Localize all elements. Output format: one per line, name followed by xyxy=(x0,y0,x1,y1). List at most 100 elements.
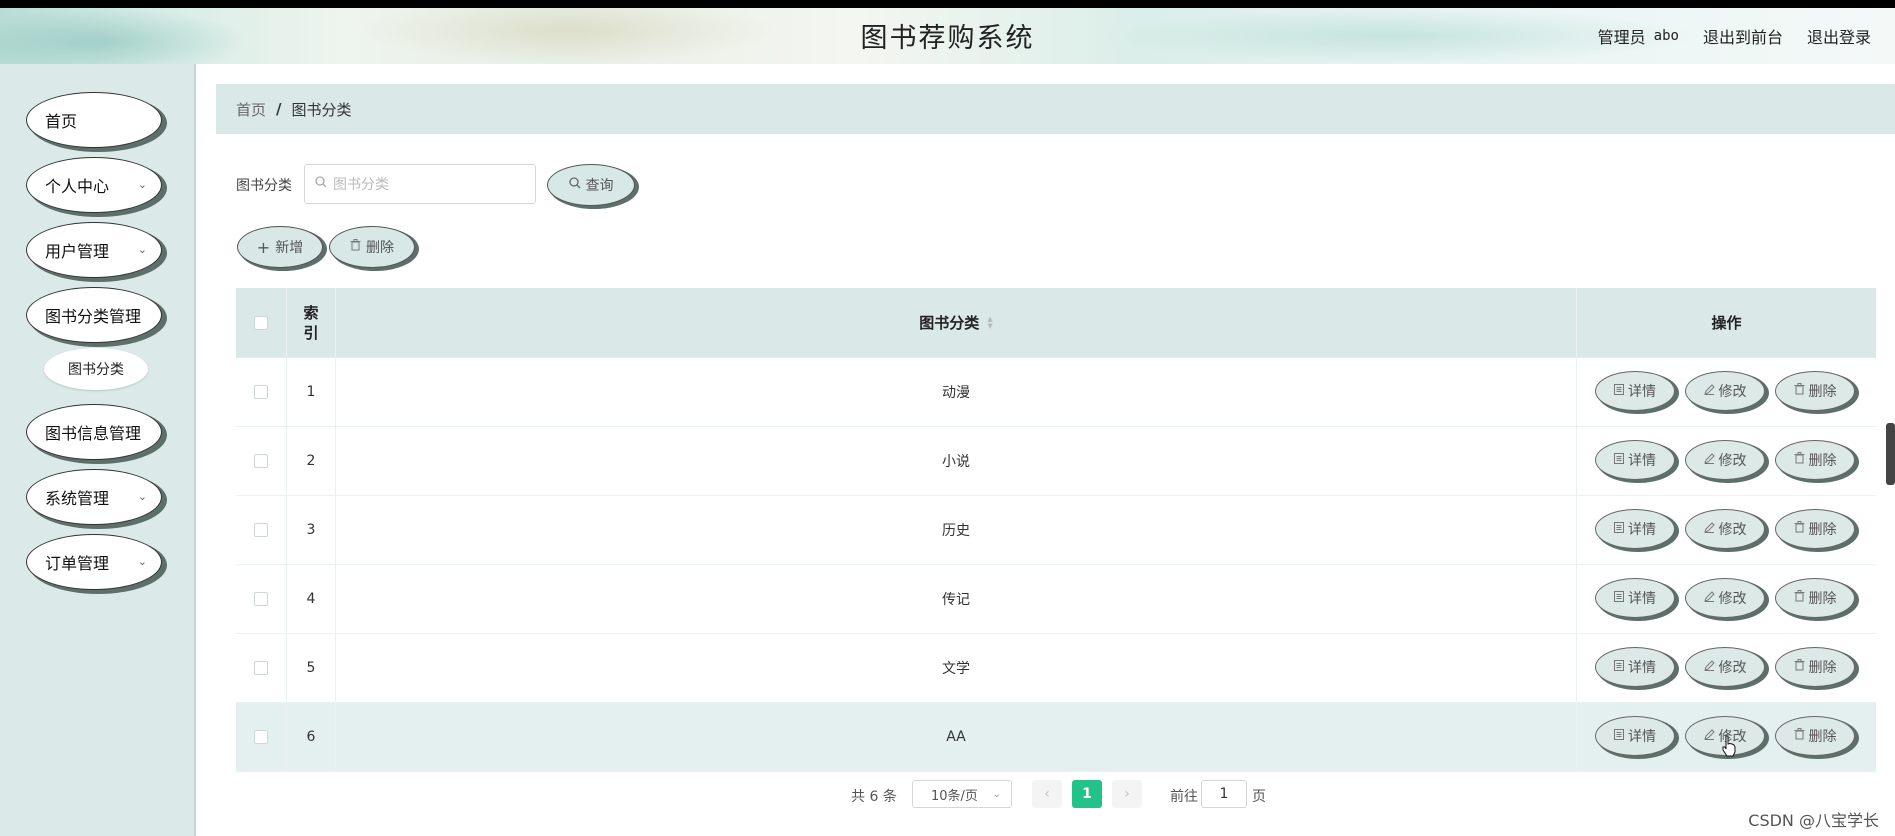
delete-button[interactable]: 删除 xyxy=(1775,371,1855,411)
row-checkbox[interactable] xyxy=(254,454,268,468)
plus-icon: + xyxy=(256,237,271,257)
name-header-label: 图书分类 xyxy=(919,314,980,332)
table-row[interactable]: 4 传记 详情 修改 删除 xyxy=(236,565,1876,634)
goto-page-input[interactable]: 1 xyxy=(1201,780,1247,808)
pencil-icon xyxy=(1703,590,1715,606)
ops-header-label: 操作 xyxy=(1711,314,1742,332)
name-header[interactable]: 图书分类 ▲ ▼ xyxy=(336,288,1576,357)
pencil-icon xyxy=(1703,452,1715,468)
edit-label: 修改 xyxy=(1718,660,1747,676)
delete-button[interactable]: 删除 xyxy=(1775,647,1855,687)
row-checkbox[interactable] xyxy=(254,592,268,606)
page-size-value: 10条/页 xyxy=(931,788,978,804)
add-button-label: 新增 xyxy=(275,240,304,256)
trash-icon xyxy=(350,239,361,255)
row-checkbox[interactable] xyxy=(254,661,268,675)
detail-button[interactable]: 详情 xyxy=(1595,716,1675,756)
row-index-label: 1 xyxy=(306,384,316,400)
delete-button[interactable]: 删除 xyxy=(1775,509,1855,549)
sidebar-item-profile[interactable]: 个人中心 ⌄ xyxy=(26,157,162,213)
header-actions: 管理员 abo 退出到前台 退出登录 xyxy=(1598,24,1871,48)
query-button[interactable]: 查询 xyxy=(547,164,635,206)
search-label: 图书分类 xyxy=(236,178,292,194)
edit-button[interactable]: 修改 xyxy=(1685,371,1765,411)
table-row[interactable]: 5 文学 详情 修改 删除 xyxy=(236,634,1876,703)
detail-label: 详情 xyxy=(1628,522,1656,538)
trash-icon xyxy=(1794,521,1805,537)
chevron-down-icon: ⌄ xyxy=(137,178,147,191)
row-category-name: 动漫 xyxy=(336,358,1576,426)
table-row[interactable]: 6 AA 详情 修改 删除 xyxy=(236,703,1876,772)
row-name-label: 小说 xyxy=(942,454,970,470)
sidebar-item-orders[interactable]: 订单管理 ⌄ xyxy=(26,534,162,590)
row-index: 4 xyxy=(286,565,336,633)
sidebar-item-label: 首页 xyxy=(45,112,78,131)
table-row[interactable]: 2 小说 详情 修改 删除 xyxy=(236,427,1876,496)
table-row[interactable]: 1 动漫 详情 修改 删除 xyxy=(236,358,1876,427)
batch-delete-button[interactable]: 删除 xyxy=(329,226,415,268)
table-row[interactable]: 3 历史 详情 修改 删除 xyxy=(236,496,1876,565)
row-index: 2 xyxy=(286,427,336,495)
sidebar-item-users[interactable]: 用户管理 ⌄ xyxy=(26,222,162,278)
page-number: 1 xyxy=(1082,786,1092,802)
edit-label: 修改 xyxy=(1718,522,1747,538)
detail-label: 详情 xyxy=(1628,660,1656,676)
page-size-select[interactable]: 10条/页 ⌄ xyxy=(912,780,1012,808)
row-checkbox[interactable] xyxy=(254,385,268,399)
row-checkbox[interactable] xyxy=(254,730,268,744)
prev-page-button[interactable]: ‹ xyxy=(1032,780,1062,808)
document-icon xyxy=(1614,728,1624,744)
sidebar-item-book-info[interactable]: 图书信息管理 xyxy=(26,404,162,460)
to-front-link[interactable]: 退出到前台 xyxy=(1703,24,1783,48)
detail-button[interactable]: 详情 xyxy=(1595,371,1675,411)
detail-button[interactable]: 详情 xyxy=(1595,440,1675,480)
next-page-button[interactable]: › xyxy=(1112,780,1142,808)
search-icon xyxy=(315,176,327,192)
logout-link[interactable]: 退出登录 xyxy=(1807,24,1871,48)
row-index-label: 3 xyxy=(306,522,316,538)
scrollbar-thumb[interactable] xyxy=(1886,423,1895,485)
sidebar-item-category-mgmt[interactable]: 图书分类管理 xyxy=(26,287,162,343)
sidebar-item-home[interactable]: 首页 xyxy=(26,92,162,148)
app-header: 图书荐购系统 管理员 abo 退出到前台 退出登录 xyxy=(0,8,1895,64)
user-role: 管理员 xyxy=(1597,28,1646,47)
row-category-name: 传记 xyxy=(336,565,1576,633)
pencil-icon xyxy=(1703,521,1715,537)
search-input[interactable]: 图书分类 xyxy=(304,164,536,204)
sidebar-item-label: 图书信息管理 xyxy=(45,424,142,443)
delete-label: 删除 xyxy=(1808,453,1837,469)
detail-button[interactable]: 详情 xyxy=(1595,647,1675,687)
index-header: 索 引 xyxy=(286,288,336,357)
sidebar-item-system[interactable]: 系统管理 ⌄ xyxy=(26,469,162,525)
edit-button[interactable]: 修改 xyxy=(1685,509,1765,549)
page-button-current[interactable]: 1 xyxy=(1072,780,1102,808)
sidebar-subitem-label: 图书分类 xyxy=(68,362,124,378)
breadcrumb-home[interactable]: 首页 xyxy=(236,99,266,120)
category-table: 索 引 图书分类 ▲ ▼ 操作 1 动漫 详情 修改 删除 2 小说 详情 修改 删除 3 历史 详情 修改… xyxy=(236,288,1876,772)
edit-button[interactable]: 修改 xyxy=(1685,440,1765,480)
row-checkbox[interactable] xyxy=(254,523,268,537)
select-all-checkbox[interactable] xyxy=(254,315,268,330)
sidebar-subitem-category[interactable]: 图书分类 xyxy=(44,348,148,390)
edit-label: 修改 xyxy=(1718,453,1747,469)
add-button[interactable]: + 新增 xyxy=(237,226,323,268)
delete-label: 删除 xyxy=(1808,591,1837,607)
main-content: 首页 / 图书分类 图书分类 图书分类 查询 + 新增 删除 索 引 图书分类 … xyxy=(196,64,1895,836)
delete-button[interactable]: 删除 xyxy=(1775,578,1855,618)
row-actions: 详情 修改 删除 xyxy=(1576,427,1876,495)
delete-button[interactable]: 删除 xyxy=(1775,440,1855,480)
delete-button[interactable]: 删除 xyxy=(1775,716,1855,756)
detail-label: 详情 xyxy=(1628,729,1656,745)
row-select-cell xyxy=(236,427,286,495)
detail-button[interactable]: 详情 xyxy=(1595,509,1675,549)
edit-button[interactable]: 修改 xyxy=(1685,578,1765,618)
sort-icon[interactable]: ▲ ▼ xyxy=(987,315,992,330)
chevron-down-icon: ⌄ xyxy=(137,490,147,503)
document-icon xyxy=(1614,383,1624,399)
sidebar-item-label: 用户管理 xyxy=(45,242,110,261)
detail-label: 详情 xyxy=(1628,591,1656,607)
delete-label: 删除 xyxy=(1808,384,1837,400)
row-category-name: 历史 xyxy=(336,496,1576,564)
edit-button[interactable]: 修改 xyxy=(1685,647,1765,687)
detail-button[interactable]: 详情 xyxy=(1595,578,1675,618)
